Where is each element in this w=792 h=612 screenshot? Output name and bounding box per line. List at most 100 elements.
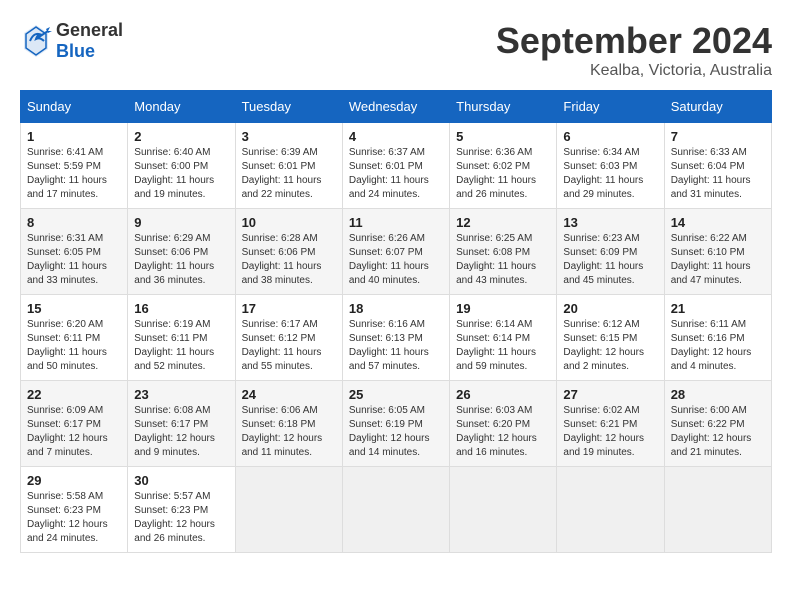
table-row: 29Sunrise: 5:58 AMSunset: 6:23 PMDayligh…: [21, 467, 128, 553]
day-info: Sunrise: 6:20 AMSunset: 6:11 PMDaylight:…: [27, 318, 121, 374]
table-row: [664, 467, 771, 553]
day-number: 23: [134, 387, 228, 402]
day-number: 12: [456, 215, 550, 230]
day-info: Sunrise: 6:17 AMSunset: 6:12 PMDaylight:…: [242, 318, 336, 374]
sunrise-text: Sunrise: 6:26 AM: [349, 233, 425, 244]
daylight-text: Daylight: 11 hours and 55 minutes.: [242, 347, 322, 372]
day-number: 16: [134, 301, 228, 316]
sunset-text: Sunset: 6:03 PM: [563, 161, 637, 172]
logo-blue: Blue: [56, 41, 95, 61]
daylight-text: Daylight: 12 hours and 16 minutes.: [456, 433, 537, 458]
table-row: 27Sunrise: 6:02 AMSunset: 6:21 PMDayligh…: [557, 381, 664, 467]
day-info: Sunrise: 6:25 AM Sunset: 6:08 PM Daylight:…: [456, 232, 550, 288]
sunset-text: Sunset: 5:59 PM: [27, 161, 101, 172]
table-row: 11Sunrise: 6:26 AMSunset: 6:07 PMDayligh…: [342, 209, 449, 295]
table-row: 30Sunrise: 5:57 AMSunset: 6:23 PMDayligh…: [128, 467, 235, 553]
table-row: 8 Sunrise: 6:31 AMSunset: 6:05 PMDaylight…: [21, 209, 128, 295]
daylight-text: Daylight: 11 hours and 22 minutes.: [242, 175, 322, 200]
sunset-text: Sunset: 6:06 PM: [134, 247, 208, 258]
day-number: 5: [456, 129, 550, 144]
sunrise-text: Sunrise: 6:02 AM: [563, 405, 639, 416]
sunset-text: Sunset: 6:15 PM: [563, 333, 637, 344]
day-number: 15: [27, 301, 121, 316]
calendar-week-row: 8 Sunrise: 6:31 AMSunset: 6:05 PMDaylight…: [21, 209, 772, 295]
table-row: 21Sunrise: 6:11 AMSunset: 6:16 PMDayligh…: [664, 295, 771, 381]
daylight-text: Daylight: 12 hours and 7 minutes.: [27, 433, 108, 458]
title-area: September 2024 Kealba, Victoria, Austral…: [496, 20, 772, 80]
table-row: [450, 467, 557, 553]
sunrise-text: Sunrise: 6:25 AM: [456, 233, 532, 244]
sunrise-text: Sunrise: 6:37 AM: [349, 147, 425, 158]
sunset-text: Sunset: 6:06 PM: [242, 247, 316, 258]
logo-icon: [20, 23, 52, 59]
header-monday: Monday: [128, 91, 235, 123]
header-wednesday: Wednesday: [342, 91, 449, 123]
day-info: Sunrise: 6:05 AMSunset: 6:19 PMDaylight:…: [349, 404, 443, 460]
sunset-text: Sunset: 6:10 PM: [671, 247, 745, 258]
day-number: 22: [27, 387, 121, 402]
table-row: 18 Sunrise: 6:16 AMSunset: 6:13 PMDayligh…: [342, 295, 449, 381]
sunset-text: Sunset: 6:08 PM: [456, 247, 530, 258]
day-info: Sunrise: 6:34 AMSunset: 6:03 PMDaylight:…: [563, 146, 657, 202]
day-number: 3: [242, 129, 336, 144]
sunrise-text: Sunrise: 6:20 AM: [27, 319, 103, 330]
sunset-text: Sunset: 6:22 PM: [671, 419, 745, 430]
month-title: September 2024: [496, 20, 772, 62]
header-tuesday: Tuesday: [235, 91, 342, 123]
day-number: 30: [134, 473, 228, 488]
sunrise-text: Sunrise: 6:03 AM: [456, 405, 532, 416]
table-row: 14Sunrise: 6:22 AMSunset: 6:10 PMDayligh…: [664, 209, 771, 295]
sunrise-text: Sunrise: 6:17 AM: [242, 319, 318, 330]
location-title: Kealba, Victoria, Australia: [496, 62, 772, 80]
header-friday: Friday: [557, 91, 664, 123]
table-row: 25 Sunrise: 6:05 AMSunset: 6:19 PMDayligh…: [342, 381, 449, 467]
table-row: 10Sunrise: 6:28 AMSunset: 6:06 PMDayligh…: [235, 209, 342, 295]
sunrise-text: Sunrise: 5:58 AM: [27, 491, 103, 502]
day-number: 8: [27, 215, 121, 230]
sunset-text: Sunset: 6:16 PM: [671, 333, 745, 344]
day-info: Sunrise: 6:31 AMSunset: 6:05 PMDaylight:…: [27, 232, 121, 288]
calendar-week-row: 22Sunrise: 6:09 AMSunset: 6:17 PMDayligh…: [21, 381, 772, 467]
logo-general: General: [56, 20, 123, 40]
table-row: 28Sunrise: 6:00 AMSunset: 6:22 PMDayligh…: [664, 381, 771, 467]
day-number: 25: [349, 387, 443, 402]
daylight-text: Daylight: 12 hours and 24 minutes.: [27, 519, 108, 544]
table-row: 13Sunrise: 6:23 AMSunset: 6:09 PMDayligh…: [557, 209, 664, 295]
day-number: 1: [27, 129, 121, 144]
day-info: Sunrise: 6:36 AMSunset: 6:02 PMDaylight:…: [456, 146, 550, 202]
day-info: Sunrise: 6:11 AM Sunset: 6:16 PM Daylight:…: [671, 318, 765, 374]
day-info: Sunrise: 6:14 AMSunset: 6:14 PMDaylight:…: [456, 318, 550, 374]
sunset-text: Sunset: 6:11 PM: [27, 333, 100, 344]
day-number: 7: [671, 129, 765, 144]
day-info: Sunrise: 6:23 AMSunset: 6:09 PMDaylight:…: [563, 232, 657, 288]
day-info: Sunrise: 6:16 AMSunset: 6:13 PMDaylight:…: [349, 318, 443, 374]
sunrise-text: Sunrise: 6:06 AM: [242, 405, 318, 416]
table-row: 2Sunrise: 6:40 AMSunset: 6:00 PMDaylight…: [128, 123, 235, 209]
daylight-text: Daylight: 11 hours and 47 minutes.: [671, 261, 751, 286]
sunset-text: Sunset: 6:17 PM: [27, 419, 101, 430]
sunset-text: Sunset: 6:01 PM: [349, 161, 423, 172]
table-row: 24Sunrise: 6:06 AMSunset: 6:18 PMDayligh…: [235, 381, 342, 467]
day-info: Sunrise: 5:58 AMSunset: 6:23 PMDaylight:…: [27, 490, 121, 546]
sunrise-text: Sunrise: 6:16 AM: [349, 319, 425, 330]
day-info: Sunrise: 6:40 AMSunset: 6:00 PMDaylight:…: [134, 146, 228, 202]
daylight-text: Daylight: 12 hours and 9 minutes.: [134, 433, 215, 458]
table-row: 7 Sunrise: 6:33 AMSunset: 6:04 PMDaylight…: [664, 123, 771, 209]
sunset-text: Sunset: 6:09 PM: [563, 247, 637, 258]
calendar-header-row: Sunday Monday Tuesday Wednesday Thursday…: [21, 91, 772, 123]
sunrise-text: Sunrise: 6:36 AM: [456, 147, 532, 158]
table-row: 16Sunrise: 6:19 AMSunset: 6:11 PMDayligh…: [128, 295, 235, 381]
daylight-text: Daylight: 11 hours and 45 minutes.: [563, 261, 643, 286]
day-info: Sunrise: 6:33 AMSunset: 6:04 PMDaylight:…: [671, 146, 765, 202]
daylight-text: Daylight: 11 hours and 40 minutes.: [349, 261, 429, 286]
daylight-text: Daylight: 12 hours and 2 minutes.: [563, 347, 644, 372]
sunset-text: Sunset: 6:20 PM: [456, 419, 530, 430]
daylight-text: Daylight: 12 hours and 4 minutes.: [671, 347, 752, 372]
daylight-text: Daylight: 11 hours and 43 minutes.: [456, 261, 536, 286]
day-info: Sunrise: 6:08 AMSunset: 6:17 PMDaylight:…: [134, 404, 228, 460]
sunset-text: Sunset: 6:18 PM: [242, 419, 316, 430]
sunrise-text: Sunrise: 6:34 AM: [563, 147, 639, 158]
sunrise-text: Sunrise: 6:11 AM: [671, 319, 746, 330]
day-number: 18: [349, 301, 443, 316]
sunset-text: Sunset: 6:14 PM: [456, 333, 530, 344]
